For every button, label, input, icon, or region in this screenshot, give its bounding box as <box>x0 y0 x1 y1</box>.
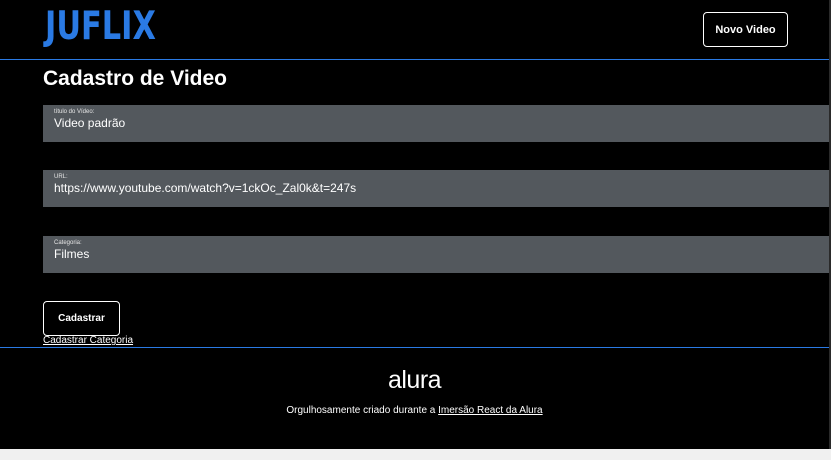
immersion-react-link[interactable]: Imersão React da Alura <box>438 405 543 416</box>
category-field[interactable]: Categoria: Filmes <box>43 236 829 273</box>
url-input[interactable]: https://www.youtube.com/watch?v=1ckOc_Za… <box>54 180 356 196</box>
footer-credit-text: Orgulhosamente criado durante a <box>286 405 439 416</box>
footer: alura Orgulhosamente criado durante a Im… <box>0 347 829 449</box>
register-category-link[interactable]: Cadastrar Categoria <box>43 335 133 347</box>
juflix-logo[interactable]: JUFLIX <box>45 4 156 50</box>
submit-button[interactable]: Cadastrar <box>43 301 120 336</box>
url-field[interactable]: URL: https://www.youtube.com/watch?v=1ck… <box>43 170 829 207</box>
footer-credit: Orgulhosamente criado durante a Imersão … <box>0 405 829 417</box>
category-input[interactable]: Filmes <box>54 246 89 262</box>
header: JUFLIX Novo Video <box>0 0 829 60</box>
alura-logo: alura <box>387 366 442 394</box>
page-title: Cadastro de Video <box>43 67 227 90</box>
new-video-button[interactable]: Novo Video <box>703 12 788 47</box>
bottom-strip <box>0 449 831 460</box>
video-title-input[interactable]: Video padrão <box>54 115 125 131</box>
video-title-field[interactable]: título do Vídeo: Video padrão <box>43 105 829 142</box>
